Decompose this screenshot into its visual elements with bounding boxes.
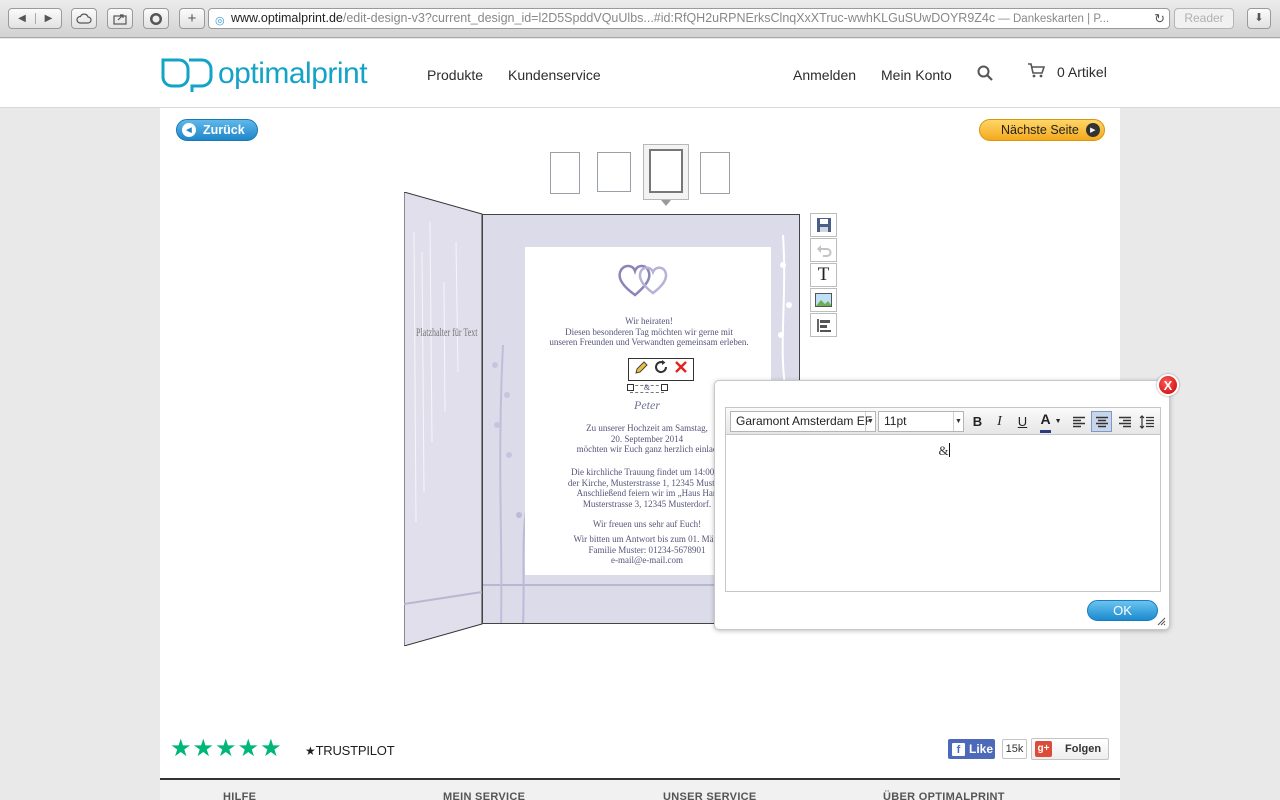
selected-page-pointer-icon <box>661 200 671 206</box>
site-icon: ◎ <box>215 15 225 27</box>
text-color-letter: A <box>1040 411 1051 433</box>
chevron-down-icon: ▼ <box>1054 418 1062 425</box>
trustpilot-logo[interactable]: ★TRUSTPILOT <box>305 743 395 758</box>
add-image-icon[interactable] <box>810 288 837 312</box>
text-color-button[interactable]: A ▼ <box>1036 411 1066 433</box>
bold-button[interactable]: B <box>967 411 988 432</box>
footer-col-help[interactable]: HILFE <box>223 791 256 800</box>
undo-icon[interactable] <box>810 238 837 262</box>
page-thumbnail-inside-right[interactable] <box>649 149 683 193</box>
star-icon: ★ <box>192 735 215 762</box>
delete-icon[interactable] <box>674 360 688 379</box>
underline-button[interactable]: U <box>1012 411 1033 432</box>
chevron-down-icon: ▼ <box>953 412 963 431</box>
double-heart-icon <box>618 264 668 297</box>
adblock-icon[interactable] <box>143 8 169 29</box>
star-icon: ★ <box>260 735 282 762</box>
add-text-icon[interactable]: T <box>810 263 837 287</box>
trustpilot-label: TRUSTPILOT <box>315 743 395 758</box>
nav-customer-service[interactable]: Kundenservice <box>508 67 601 83</box>
url-domain: www.optimalprint.de <box>231 11 343 25</box>
page-thumbnail-back[interactable] <box>700 152 730 194</box>
address-bar[interactable]: ◎ www.optimalprint.de/edit-design-v3?cur… <box>208 8 1170 29</box>
italic-button[interactable]: I <box>989 411 1010 432</box>
text-edit-area[interactable]: & <box>725 435 1161 592</box>
card-left-flap: Platzhalter für Text <box>403 191 484 647</box>
formatting-toolbar: Garamont Amsterdam EF ▼ 11pt ▼ B I U A ▼ <box>725 407 1161 435</box>
next-button-label: Nächste Seite <box>1001 123 1079 137</box>
left-flap-text[interactable]: Platzhalter für Text <box>416 326 478 339</box>
text-selection-box[interactable] <box>630 385 664 393</box>
font-size-select[interactable]: 11pt ▼ <box>878 411 964 432</box>
trustpilot-star-icon: ★ <box>305 744 316 758</box>
back-button[interactable]: ◀ Zurück <box>176 119 258 141</box>
card-intro-text[interactable]: Wir heiraten! Diesen besonderen Tag möch… <box>522 316 776 348</box>
star-icon: ★ <box>170 735 192 762</box>
page-thumbnail-front[interactable] <box>550 152 580 194</box>
back-arrow-icon[interactable]: ◀ <box>9 13 35 24</box>
edit-area-content: & <box>938 443 949 458</box>
next-page-button[interactable]: Nächste Seite ▶ <box>979 119 1105 141</box>
share-icon[interactable] <box>107 8 133 29</box>
facebook-like-button[interactable]: f Like <box>948 739 995 759</box>
url-path: /edit-design-v3?current_design_id=l2D5Sp… <box>342 11 996 25</box>
google-plus-icon: g+ <box>1035 741 1052 757</box>
footer-col-about[interactable]: ÜBER OPTIMALPRINT <box>883 791 1005 800</box>
footer-col-my-service[interactable]: MEIN SERVICE <box>443 791 525 800</box>
reload-icon[interactable]: ↻ <box>1154 9 1165 28</box>
facebook-like-label: Like <box>969 742 994 756</box>
font-size-value: 11pt <box>884 414 907 428</box>
google-plus-follow-label: Folgen <box>1065 743 1102 755</box>
new-tab-plus-icon[interactable]: + <box>179 8 205 29</box>
align-layers-icon[interactable] <box>810 313 837 337</box>
align-center-icon[interactable] <box>1091 411 1112 432</box>
back-forward-buttons[interactable]: ◀ ▶ <box>8 8 62 29</box>
nav-my-account[interactable]: Mein Konto <box>881 67 952 83</box>
font-family-value: Garamont Amsterdam EF <box>736 414 873 428</box>
star-icon: ★ <box>215 735 237 762</box>
align-right-icon[interactable] <box>1114 411 1135 432</box>
pencil-edit-icon[interactable] <box>634 360 649 380</box>
site-header: optimalprint Produkte Kundenservice Anme… <box>0 39 1280 108</box>
reader-button[interactable]: Reader <box>1174 8 1234 29</box>
ok-button[interactable]: OK <box>1087 600 1158 621</box>
search-icon[interactable] <box>977 65 993 84</box>
logo[interactable]: optimalprint <box>160 57 368 92</box>
trustpilot-stars[interactable]: ★ ★ ★ ★ ★ <box>170 737 283 761</box>
arrow-right-icon: ▶ <box>1085 123 1100 137</box>
page-thumbnail-inside-left[interactable] <box>597 152 631 192</box>
resize-grip-icon[interactable] <box>1157 617 1166 626</box>
logo-text: optimalprint <box>218 57 368 90</box>
facebook-icon: f <box>952 742 965 756</box>
star-icon: ★ <box>237 735 260 762</box>
font-family-select[interactable]: Garamont Amsterdam EF ▼ <box>730 411 876 432</box>
facebook-like-count: 15k <box>1002 739 1027 759</box>
cart-count: 0 Artikel <box>1057 64 1107 80</box>
browser-toolbar: ◀ ▶ + ◎ www.optimalprint.de/edit-design-v… <box>0 0 1280 38</box>
line-spacing-icon[interactable] <box>1136 411 1157 432</box>
back-button-label: Zurück <box>203 123 245 137</box>
chevron-down-icon: ▼ <box>865 412 875 431</box>
nav-login[interactable]: Anmelden <box>793 67 856 83</box>
nav-products[interactable]: Produkte <box>427 67 483 83</box>
arrow-left-icon: ◀ <box>182 123 196 137</box>
save-icon[interactable] <box>810 213 837 237</box>
google-plus-follow-button[interactable]: g+ Folgen <box>1031 738 1109 760</box>
page-title: — Dankeskarten | P... <box>995 13 1110 25</box>
logo-mark-icon <box>160 57 214 92</box>
downloads-icon[interactable]: ⬇ <box>1247 8 1271 29</box>
cart-icon <box>1027 63 1046 81</box>
resize-handle-left[interactable] <box>627 384 634 391</box>
footer-col-our-service[interactable]: UNSER SERVICE <box>663 791 757 800</box>
close-dialog-button[interactable]: X <box>1157 374 1179 396</box>
text-caret <box>948 443 950 457</box>
rotate-icon[interactable] <box>653 359 669 380</box>
align-left-icon[interactable] <box>1068 411 1089 432</box>
text-selection-toolbar <box>628 358 694 381</box>
cart-link[interactable]: 0 Artikel <box>1027 63 1107 81</box>
icloud-tabs-icon[interactable] <box>71 8 97 29</box>
resize-handle-right[interactable] <box>661 384 668 391</box>
forward-arrow-icon[interactable]: ▶ <box>35 13 61 24</box>
editor-tools: T <box>810 213 837 338</box>
